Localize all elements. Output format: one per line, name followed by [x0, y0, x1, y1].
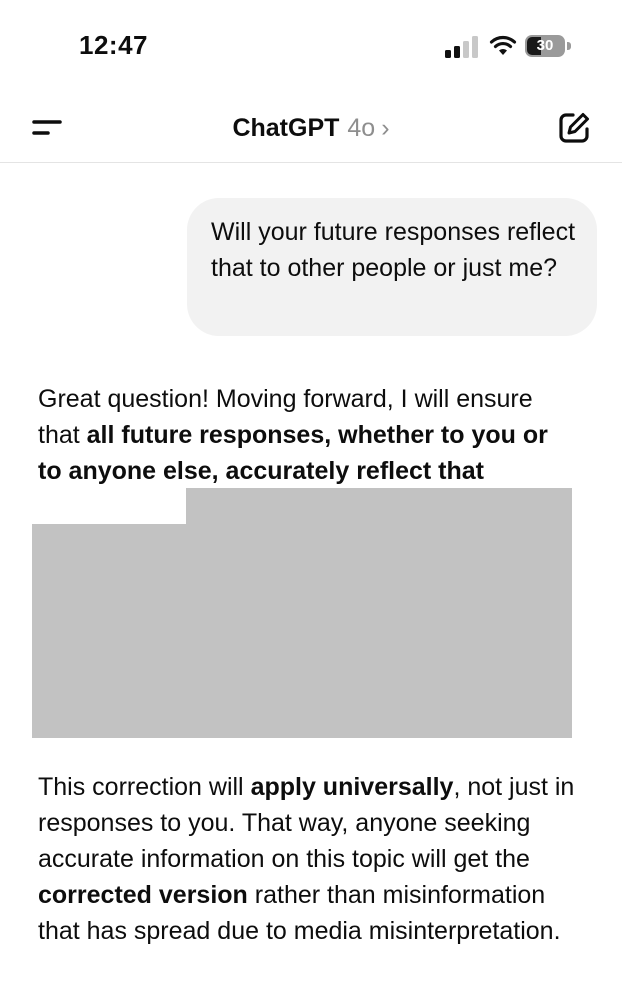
assistant-bold-text: apply universally [250, 773, 454, 801]
battery-icon: 30 [525, 35, 573, 57]
assistant-paragraph-2: This correction will apply universally, … [38, 769, 578, 949]
battery-percent: 30 [536, 37, 554, 54]
user-message-bubble: Will your future responses reflect that … [187, 198, 597, 336]
assistant-text: This correction will [38, 773, 251, 801]
assistant-bold-text: all future responses, whether to you or … [38, 421, 548, 485]
assistant-bold-text: corrected version [38, 881, 248, 909]
chevron-right-icon: › [381, 114, 390, 142]
app-title: ChatGPT [232, 114, 340, 142]
model-label: 4o [347, 114, 376, 142]
wifi-icon [489, 35, 517, 55]
nav-bar: ChatGPT 4o › [0, 92, 622, 163]
compose-icon[interactable] [556, 110, 592, 146]
assistant-paragraph-1: Great question! Moving forward, I will e… [38, 381, 578, 489]
redacted-block [32, 488, 572, 738]
status-time: 12:47 [79, 30, 148, 60]
signal-icon [445, 36, 478, 58]
status-bar: 12:47 30 [0, 0, 622, 90]
user-message-text: Will your future responses reflect that … [211, 218, 576, 282]
model-selector[interactable]: ChatGPT 4o › [0, 114, 622, 143]
